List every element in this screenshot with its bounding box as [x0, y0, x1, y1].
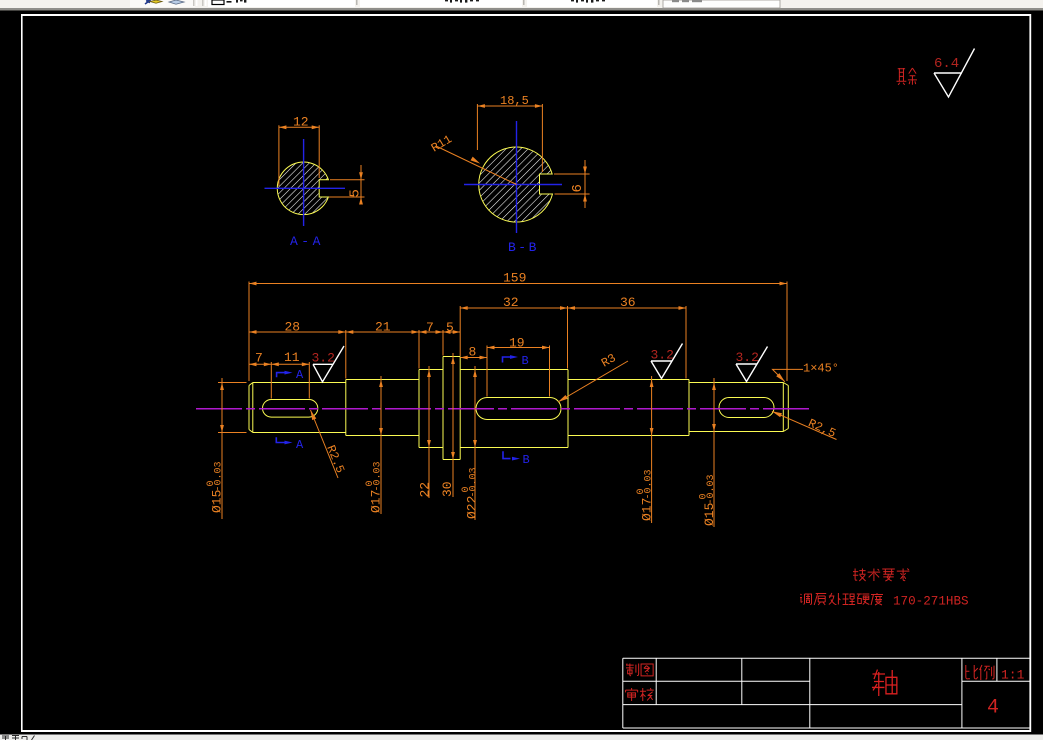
svg-text:3.2: 3.2	[312, 351, 335, 366]
svg-text:B-B: B-B	[508, 240, 539, 255]
svg-text:7: 7	[255, 351, 263, 366]
svg-text:32: 32	[503, 295, 519, 310]
svg-text:B: B	[522, 354, 529, 368]
svg-text:5: 5	[446, 320, 454, 335]
svg-text:1:1: 1:1	[1001, 668, 1025, 683]
svg-text:Ø17: Ø17	[640, 498, 655, 521]
svg-text:3.2: 3.2	[736, 350, 759, 365]
svg-text:Ø15: Ø15	[702, 503, 717, 526]
svg-text:6: 6	[570, 184, 586, 192]
svg-text:8: 8	[469, 345, 477, 360]
svg-text:12: 12	[293, 115, 309, 130]
svg-text:0: 0	[365, 480, 376, 486]
svg-text:A: A	[296, 368, 304, 382]
svg-text:0: 0	[206, 480, 217, 486]
svg-text:170-271HBS: 170-271HBS	[893, 595, 969, 609]
svg-text:3.2: 3.2	[651, 348, 674, 363]
svg-text:0: 0	[636, 488, 647, 494]
svg-text:30: 30	[440, 481, 455, 497]
svg-text:36: 36	[620, 295, 636, 310]
svg-text:Ø17: Ø17	[369, 490, 384, 513]
svg-text:Ø22: Ø22	[465, 496, 480, 519]
svg-text:B: B	[523, 453, 530, 467]
svg-text:Ø15: Ø15	[210, 490, 225, 513]
svg-text:7: 7	[426, 320, 434, 335]
svg-text:A: A	[296, 438, 304, 452]
svg-text:A-A: A-A	[290, 234, 324, 249]
svg-text:22: 22	[418, 482, 433, 498]
svg-text:19: 19	[509, 336, 525, 351]
svg-text:0: 0	[699, 493, 710, 499]
svg-text:28: 28	[285, 320, 301, 335]
svg-text:11: 11	[284, 350, 300, 365]
svg-text:0: 0	[461, 486, 472, 492]
svg-text:21: 21	[375, 320, 391, 335]
svg-text:18,5: 18,5	[500, 94, 529, 108]
svg-text:5: 5	[348, 189, 364, 197]
svg-text:6.4: 6.4	[934, 56, 959, 72]
svg-text:1×45°: 1×45°	[803, 362, 839, 376]
svg-text:159: 159	[503, 271, 526, 286]
svg-text:4: 4	[987, 697, 999, 720]
